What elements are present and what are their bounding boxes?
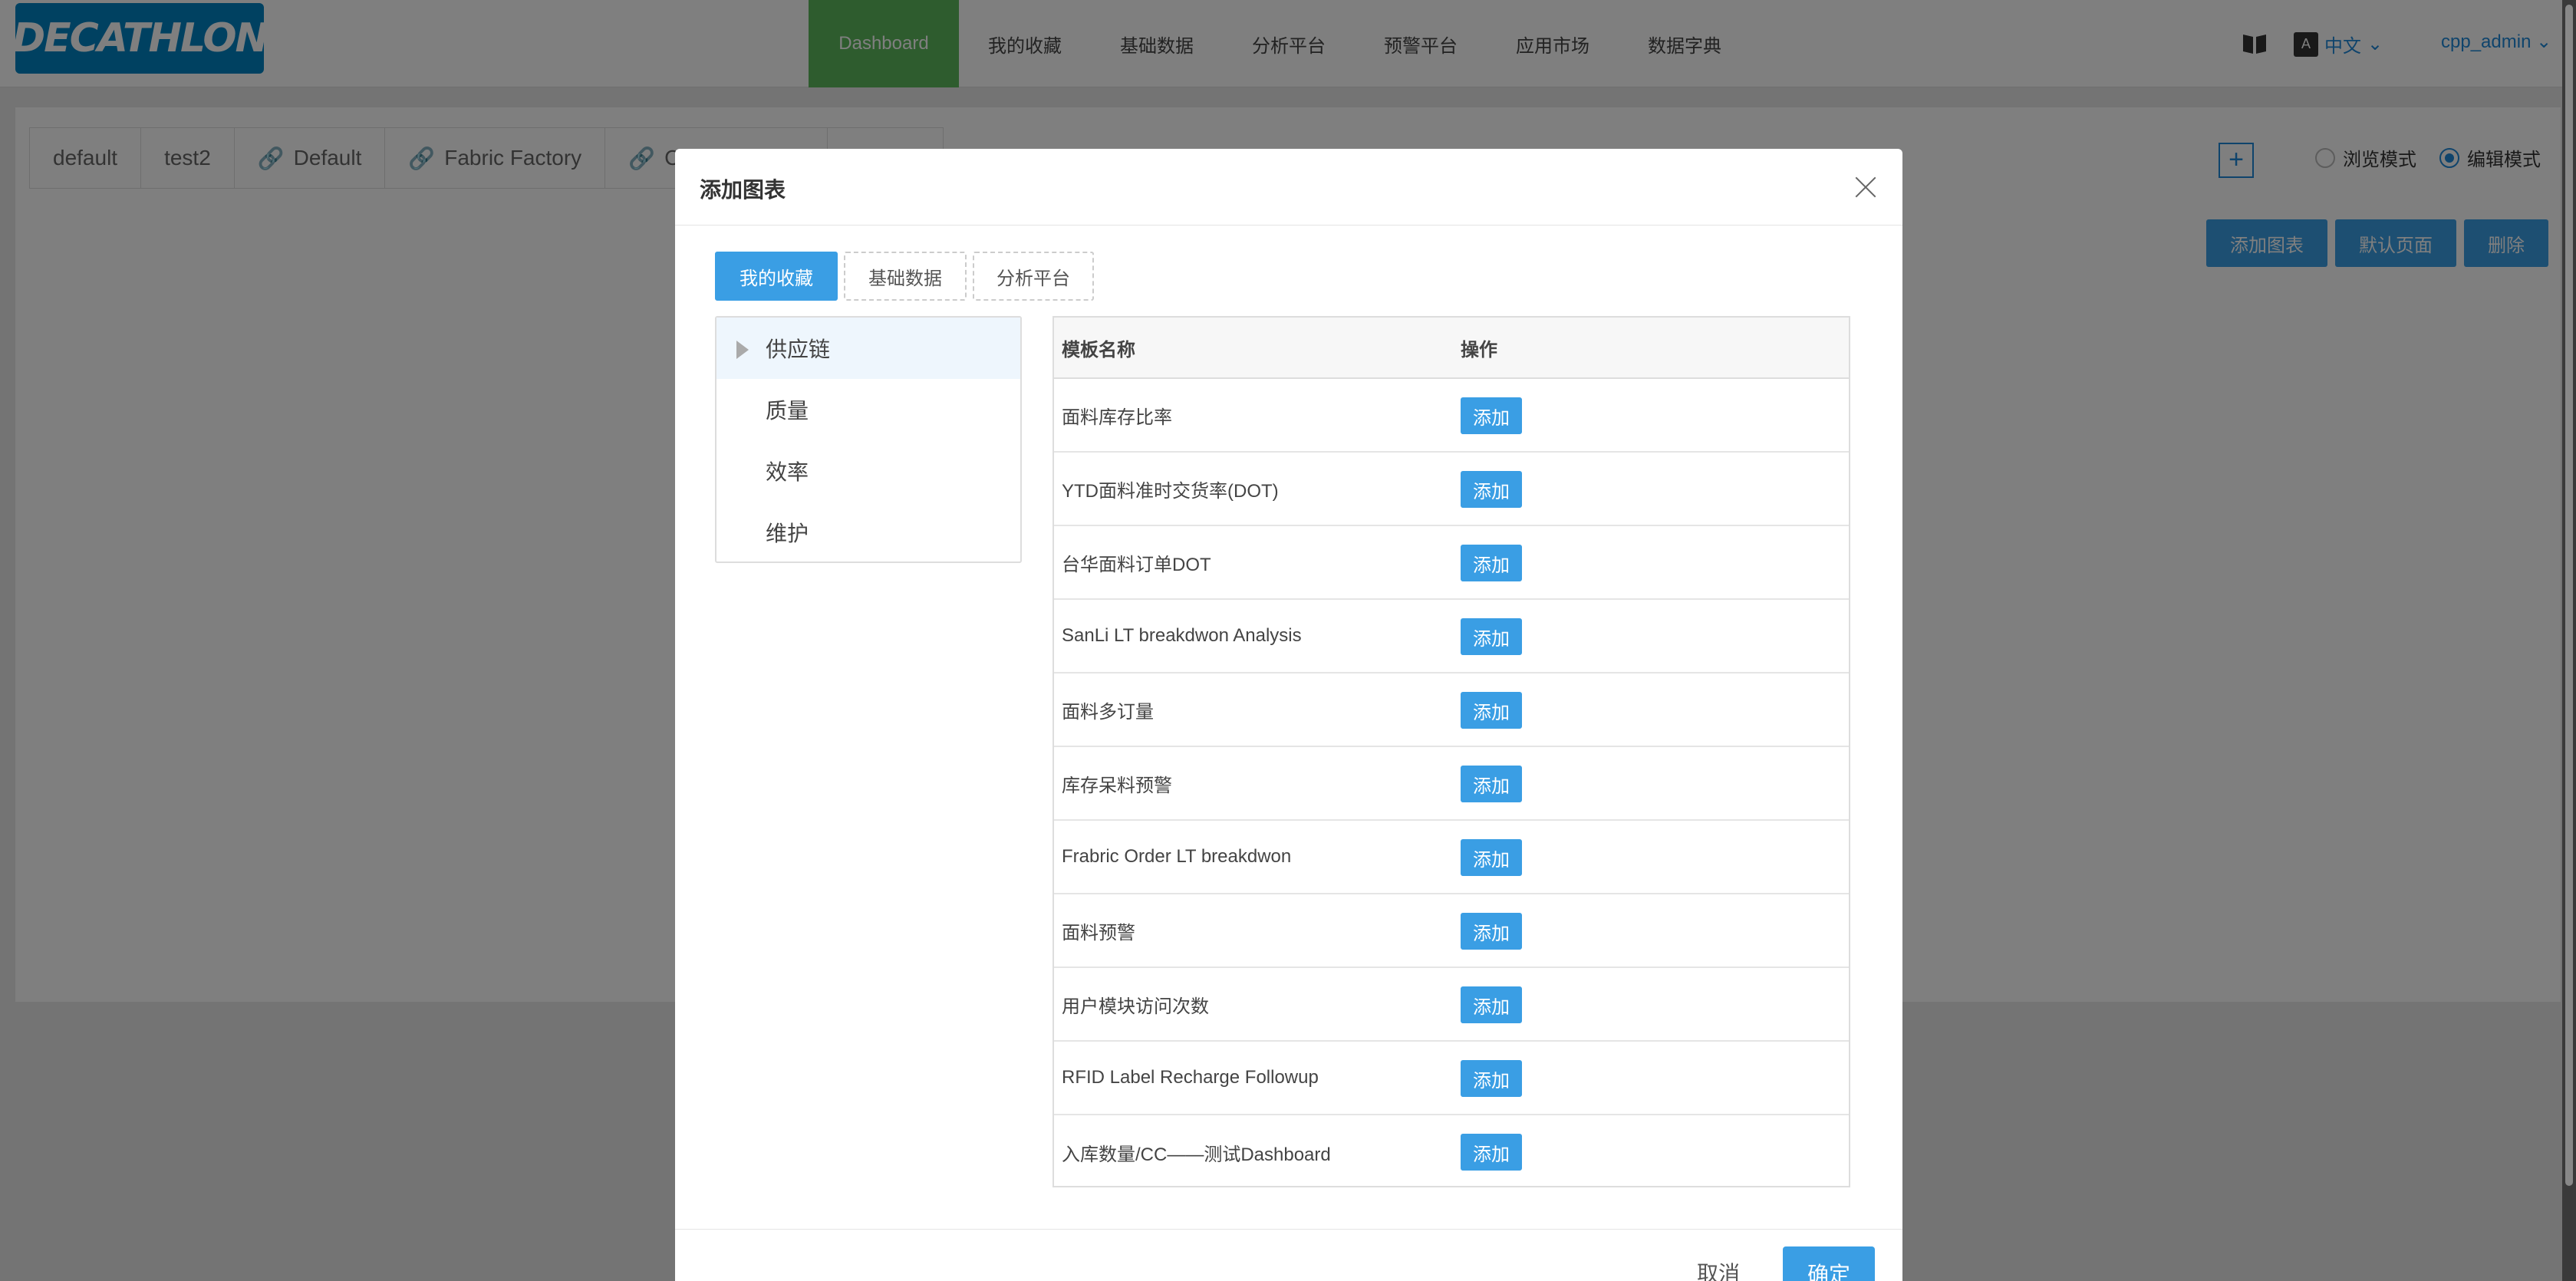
column-header-operation: 操作	[1461, 339, 1497, 361]
tree-item-quality[interactable]: 质量	[716, 379, 1020, 440]
table-row: RFID Label Recharge Followup 添加	[1054, 1042, 1849, 1115]
table-row: Frabric Order LT breakdwon 添加	[1054, 821, 1849, 894]
template-name: 面料多订量	[1062, 701, 1154, 723]
template-name: 面料预警	[1062, 922, 1135, 943]
template-name: SanLi LT breakdwon Analysis	[1062, 625, 1302, 646]
add-template-button[interactable]: 添加	[1461, 618, 1522, 655]
add-chart-modal: 添加图表 我的收藏 基础数据 分析平台 供应链 质量 效率 维护 模板名称 操作…	[675, 149, 1902, 1281]
template-name: 面料库存比率	[1062, 407, 1172, 428]
tab-base-data[interactable]: 基础数据	[844, 252, 967, 301]
template-name: Frabric Order LT breakdwon	[1062, 846, 1292, 867]
table-row: 用户模块访问次数 添加	[1054, 968, 1849, 1042]
add-template-button[interactable]: 添加	[1461, 839, 1522, 876]
close-icon[interactable]	[1852, 173, 1879, 201]
tree-item-supply-chain[interactable]: 供应链	[716, 318, 1020, 379]
modal-title: 添加图表	[700, 178, 786, 202]
tree-item-label: 供应链	[766, 338, 831, 361]
table-row: YTD面料准时交货率(DOT) 添加	[1054, 453, 1849, 526]
template-name: YTD面料准时交货率(DOT)	[1062, 480, 1279, 502]
table-row: 面料库存比率 添加	[1054, 379, 1849, 453]
table-body: 面料库存比率 添加 YTD面料准时交货率(DOT) 添加 台华面料订单DOT 添加 SanL…	[1054, 379, 1849, 1189]
add-template-button[interactable]: 添加	[1461, 471, 1522, 508]
modal-footer: 取消 确定	[675, 1229, 1902, 1281]
tree-item-label: 维护	[766, 522, 809, 545]
table-row: 库存呆料预警 添加	[1054, 747, 1849, 821]
confirm-button[interactable]: 确定	[1783, 1246, 1875, 1281]
table-header: 模板名称 操作	[1054, 318, 1849, 379]
add-template-button[interactable]: 添加	[1461, 913, 1522, 950]
template-name: RFID Label Recharge Followup	[1062, 1067, 1319, 1088]
add-template-button[interactable]: 添加	[1461, 692, 1522, 729]
add-template-button[interactable]: 添加	[1461, 1134, 1522, 1171]
tree-item-label: 效率	[766, 460, 809, 484]
category-tree: 供应链 质量 效率 维护	[715, 316, 1022, 563]
table-row: SanLi LT breakdwon Analysis 添加	[1054, 600, 1849, 673]
template-name: 库存呆料预警	[1062, 775, 1172, 796]
add-template-button[interactable]: 添加	[1461, 766, 1522, 802]
modal-tabs: 我的收藏 基础数据 分析平台	[715, 252, 1094, 301]
tree-item-label: 质量	[766, 399, 809, 423]
add-template-button[interactable]: 添加	[1461, 397, 1522, 434]
tree-item-maintenance[interactable]: 维护	[716, 502, 1020, 563]
scrollbar[interactable]	[2562, 0, 2576, 1281]
caret-right-icon	[736, 341, 749, 359]
add-template-button[interactable]: 添加	[1461, 1060, 1522, 1097]
modal-header: 添加图表	[675, 149, 1902, 226]
scrollbar-thumb[interactable]	[2565, 5, 2573, 1186]
template-name: 台华面料订单DOT	[1062, 554, 1211, 575]
table-row: 台华面料订单DOT 添加	[1054, 526, 1849, 600]
tab-favorites[interactable]: 我的收藏	[715, 252, 838, 301]
add-template-button[interactable]: 添加	[1461, 986, 1522, 1023]
cancel-button[interactable]: 取消	[1697, 1257, 1740, 1281]
table-row: 入库数量/CC——测试Dashboard 添加	[1054, 1115, 1849, 1189]
add-template-button[interactable]: 添加	[1461, 545, 1522, 581]
column-header-name: 模板名称	[1062, 339, 1135, 361]
template-name: 用户模块访问次数	[1062, 996, 1209, 1017]
template-name: 入库数量/CC——测试Dashboard	[1062, 1144, 1331, 1165]
tab-analysis[interactable]: 分析平台	[973, 252, 1094, 301]
table-row: 面料多订量 添加	[1054, 673, 1849, 747]
table-row: 面料预警 添加	[1054, 894, 1849, 968]
template-table: 模板名称 操作 面料库存比率 添加 YTD面料准时交货率(DOT) 添加 台华面料订单D…	[1052, 316, 1850, 1187]
tree-item-efficiency[interactable]: 效率	[716, 440, 1020, 502]
